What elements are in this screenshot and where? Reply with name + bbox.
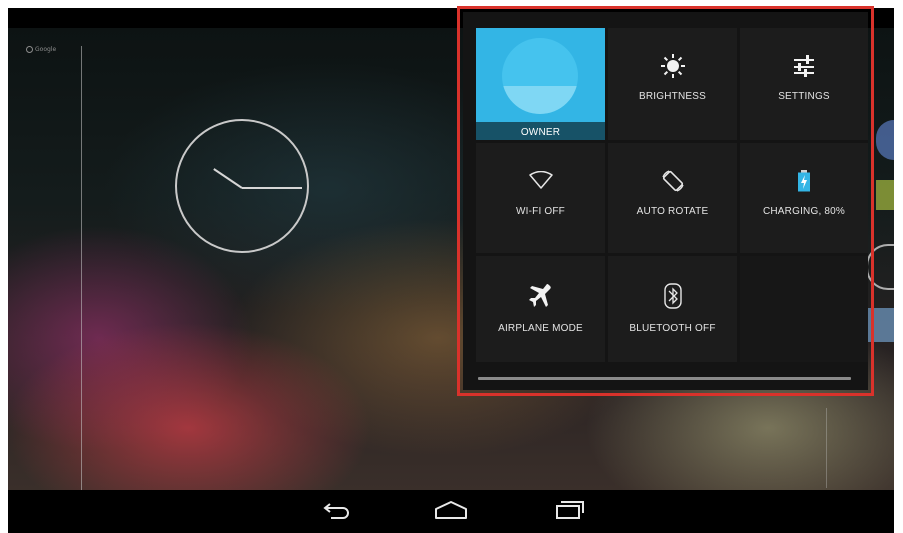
app-icon[interactable] bbox=[876, 180, 894, 210]
workspace-divider bbox=[81, 46, 82, 491]
clock-hour-hand bbox=[213, 168, 243, 189]
workspace-divider bbox=[826, 408, 827, 488]
home-button[interactable] bbox=[434, 498, 468, 522]
search-icon bbox=[26, 46, 33, 53]
recent-apps-icon bbox=[556, 501, 584, 519]
highlight-frame bbox=[457, 6, 874, 396]
clock-minute-hand bbox=[242, 187, 302, 189]
analog-clock-widget[interactable] bbox=[175, 119, 309, 253]
search-hint-text: Google bbox=[35, 46, 57, 53]
back-icon bbox=[323, 503, 349, 519]
home-icon bbox=[435, 501, 467, 519]
back-button[interactable] bbox=[320, 498, 354, 522]
recent-apps-button[interactable] bbox=[552, 498, 586, 522]
google-search-bar[interactable]: Google bbox=[26, 46, 56, 53]
